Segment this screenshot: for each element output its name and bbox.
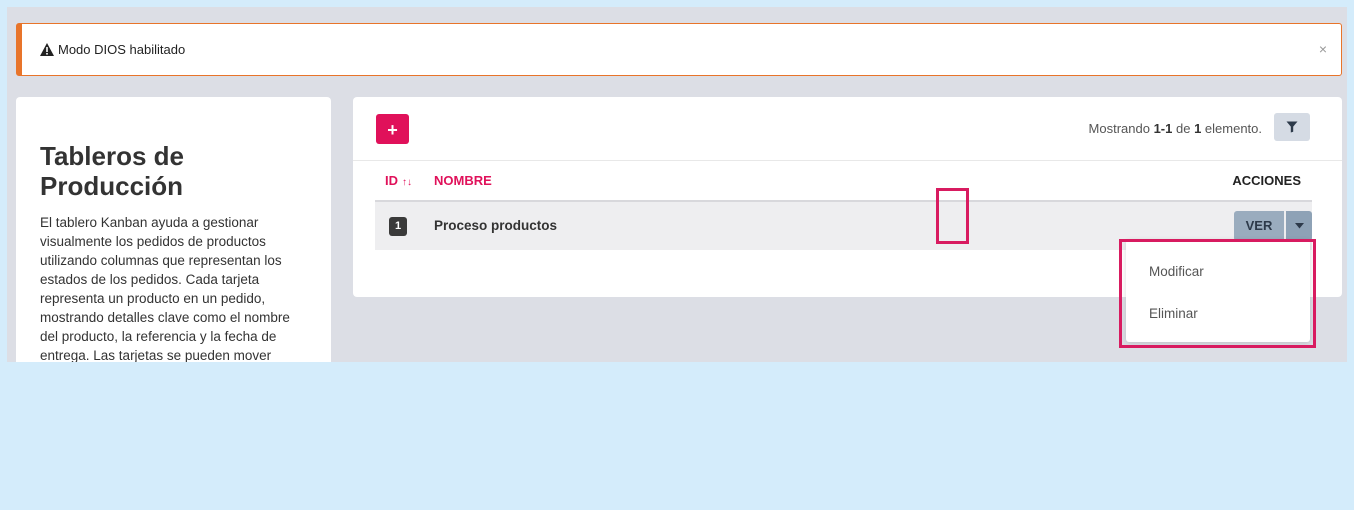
view-button[interactable]: VER bbox=[1234, 211, 1284, 241]
actions-dropdown-toggle[interactable] bbox=[1286, 211, 1312, 241]
filter-button[interactable] bbox=[1274, 113, 1310, 141]
row-name: Proceso productos bbox=[434, 218, 558, 233]
warning-icon bbox=[40, 43, 54, 56]
close-icon[interactable]: × bbox=[1319, 41, 1327, 57]
row-id-badge: 1 bbox=[389, 217, 407, 236]
alert-text: Modo DIOS habilitado bbox=[58, 42, 186, 57]
info-card: Tableros de Producción El tablero Kanban… bbox=[16, 97, 331, 362]
pagination-summary: Mostrando 1-1 de 1 elemento. bbox=[1088, 121, 1262, 136]
toolbar-divider bbox=[353, 160, 1342, 161]
table-header: ID ↑↓ NOMBRE ACCIONES bbox=[375, 173, 1312, 195]
column-header-id[interactable]: ID ↑↓ bbox=[385, 173, 412, 188]
menu-item-modify[interactable]: Modificar bbox=[1149, 264, 1204, 279]
caret-down-icon bbox=[1294, 223, 1304, 229]
filter-icon bbox=[1286, 121, 1298, 133]
column-header-name[interactable]: NOMBRE bbox=[434, 173, 492, 188]
menu-item-delete[interactable]: Eliminar bbox=[1149, 306, 1198, 321]
column-header-actions: ACCIONES bbox=[1232, 173, 1301, 188]
add-board-button[interactable]: + bbox=[376, 114, 409, 144]
page-description: El tablero Kanban ayuda a gestionar visu… bbox=[40, 215, 290, 362]
god-mode-alert: Modo DIOS habilitado × bbox=[16, 23, 1342, 76]
actions-dropdown-menu: Modificar Eliminar bbox=[1126, 240, 1310, 342]
page-title: Tableros de Producción bbox=[40, 141, 185, 201]
sort-icon[interactable]: ↑↓ bbox=[402, 177, 412, 188]
